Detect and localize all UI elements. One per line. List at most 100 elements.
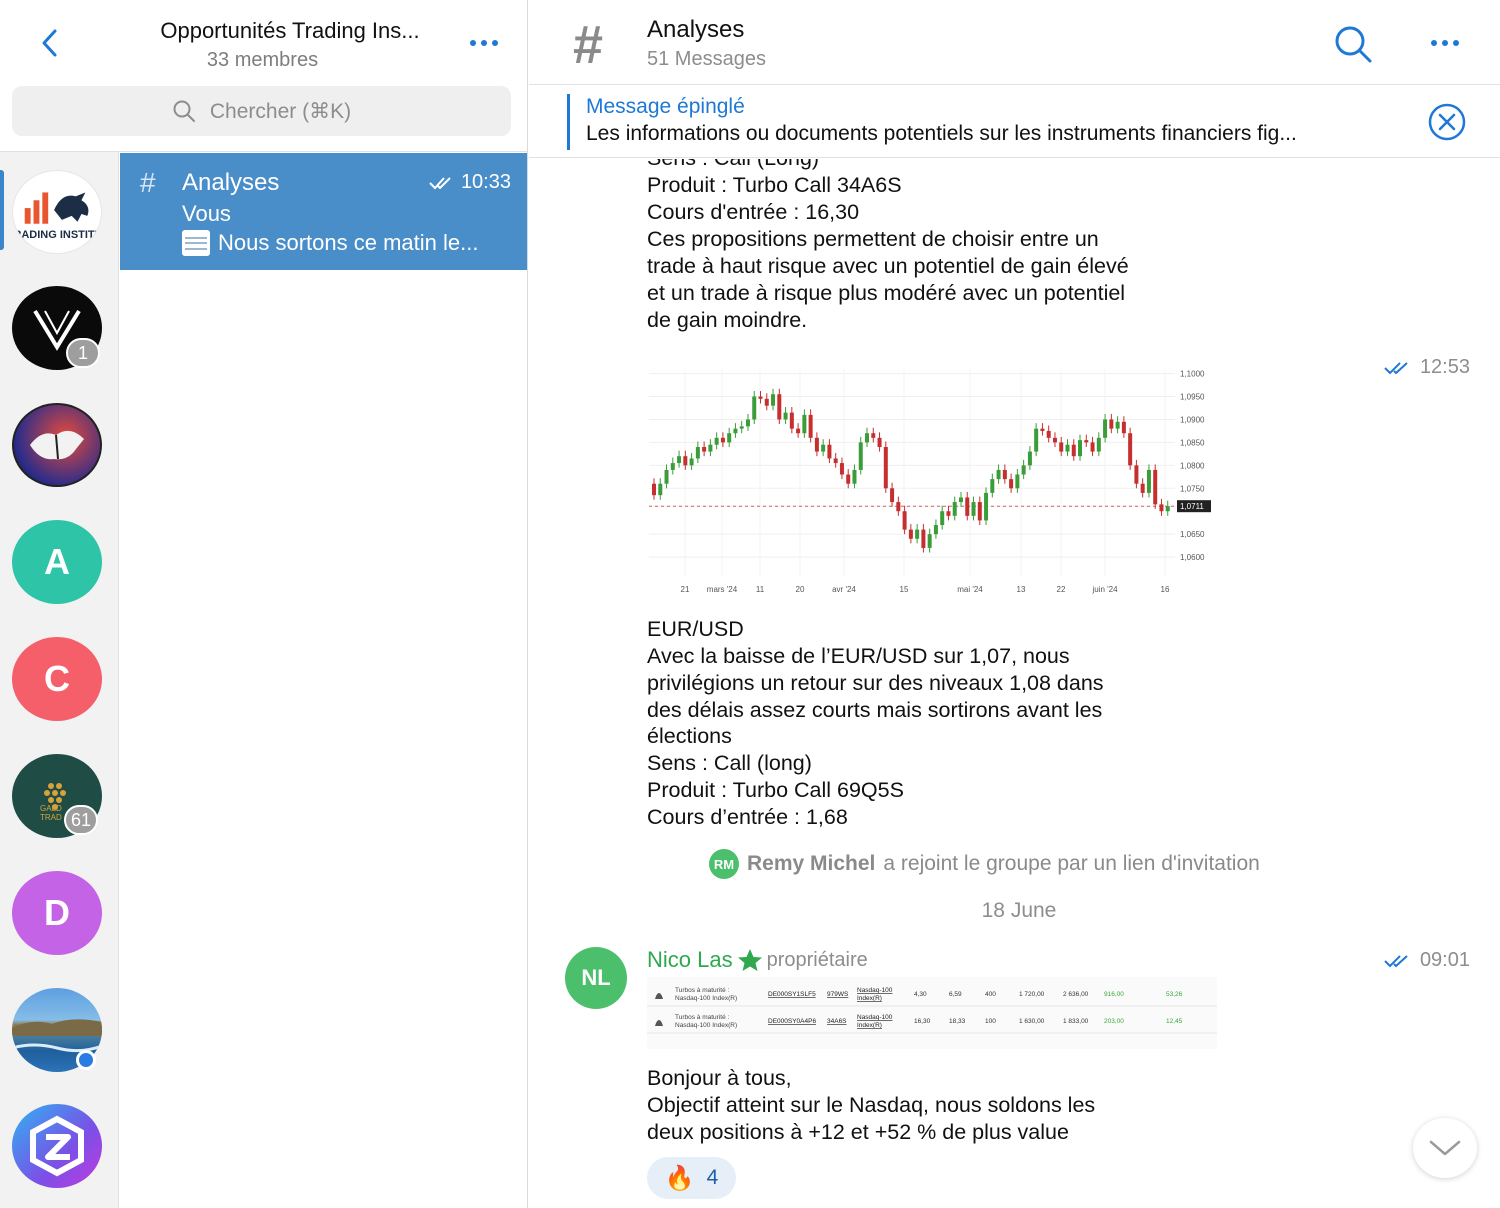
candle-body	[852, 469, 857, 484]
x-tick-label: mai '24	[957, 585, 983, 594]
table-cell: 16,30	[914, 1018, 931, 1025]
search-icon	[1335, 26, 1372, 63]
message-line: de gain moindre.	[647, 308, 808, 332]
chart-image[interactable]: 1,1000 1,0950 1,0900 1,0850 1,0800 1,0750 1,07…	[647, 354, 1217, 599]
system-text: a rejoint le groupe par un lien d'invita…	[883, 852, 1260, 875]
search-input[interactable]: Chercher (⌘K)	[12, 86, 511, 136]
candle-body	[902, 511, 907, 530]
pinned-close-button[interactable]	[1427, 102, 1467, 142]
candle-body	[1046, 430, 1051, 438]
candle-body	[689, 458, 694, 466]
y-tick-label: 1,0950	[1180, 393, 1205, 402]
candle-body	[808, 414, 813, 438]
double-check-icon	[1384, 361, 1408, 374]
more-dot	[1442, 40, 1448, 46]
x-tick-label: 20	[796, 585, 805, 594]
candle-body	[952, 502, 957, 516]
message-time-text: 09:01	[1419, 949, 1470, 971]
candle-body	[1027, 451, 1032, 466]
sender-name[interactable]: Nico Las	[647, 947, 733, 973]
chevron-down-icon	[1429, 1140, 1461, 1156]
system-user-name[interactable]: Remy Michel	[747, 852, 875, 876]
candle-body	[1128, 433, 1133, 466]
candle-body	[984, 492, 989, 521]
candle-body	[802, 414, 807, 434]
table-cell: 100	[985, 1018, 996, 1025]
sender-role: propriétaire	[766, 948, 868, 971]
candle-body	[814, 437, 819, 452]
table-image[interactable]: Turbos à maturité : Nasdaq-100 Index(R) DE…	[647, 977, 1217, 1049]
x-tick-label: avr '24	[832, 585, 856, 594]
candle-body	[821, 444, 826, 452]
candle-body	[777, 394, 782, 420]
message-line: élections	[647, 724, 732, 748]
channel-hash-icon: #	[573, 15, 604, 75]
chat-list-item-analyses[interactable]: # Analyses 10:33 Vous Nous sortons ce ma…	[120, 153, 527, 270]
chat-avatar-d[interactable]: D	[12, 871, 102, 955]
sender-avatar[interactable]: NL	[565, 947, 627, 1009]
message-line: Sens : Call (long)	[647, 751, 812, 775]
candle-body	[1015, 474, 1020, 489]
message-line: Produit : Turbo Call 34A6S	[647, 173, 902, 197]
channel-more-button[interactable]	[1425, 30, 1465, 56]
candle-body	[670, 463, 675, 470]
scroll-down-button[interactable]	[1413, 1118, 1477, 1178]
channel-message-count: 51 Messages	[647, 48, 766, 70]
candle-body	[752, 396, 757, 420]
fire-icon: 🔥	[664, 1164, 695, 1192]
chat-avatar-c[interactable]: C	[12, 637, 102, 721]
x-tick-label: 15	[900, 585, 909, 594]
candle-body	[1096, 437, 1101, 452]
reaction-chip[interactable]: 🔥 4	[647, 1157, 736, 1199]
member-count: 33 membres	[206, 49, 319, 71]
pinned-message-banner[interactable]: Message épinglé Les informations ou docu…	[529, 86, 1500, 158]
candle-body	[915, 529, 920, 539]
table-cell: Turbos à maturité :	[675, 987, 730, 994]
avatar-letter: C	[44, 658, 70, 699]
message-line: EUR/USD	[647, 617, 744, 641]
table-cell: 1 720,00	[1019, 991, 1045, 998]
chat-avatar-trading-institut[interactable]: RADING INSTITU	[12, 170, 102, 254]
candle-body	[796, 428, 801, 434]
candle-body	[865, 433, 870, 443]
x-tick-label: 22	[1057, 585, 1066, 594]
candle-body	[1109, 419, 1114, 429]
more-options-button[interactable]	[464, 30, 504, 56]
candle-body	[1115, 421, 1120, 429]
chat-avatar-a[interactable]: A	[12, 520, 102, 604]
search-button[interactable]	[1331, 22, 1375, 66]
message-line: Cours d’entrée : 1,68	[647, 805, 848, 829]
search-icon	[173, 100, 195, 122]
double-check-icon	[429, 176, 451, 189]
candle-body	[1021, 465, 1026, 475]
chat-avatar-bull-bear[interactable]	[12, 403, 102, 487]
document-thumbnail-icon	[182, 230, 210, 256]
x-tick-label: juin '24	[1091, 585, 1118, 594]
candle-body	[702, 447, 707, 452]
table-cell: 6,59	[949, 991, 962, 998]
more-dot	[1453, 40, 1459, 46]
message-timestamp: 12:53	[1384, 356, 1470, 379]
candle-body	[1090, 442, 1095, 452]
group-header: Opportunités Trading Ins... 33 membres C…	[0, 0, 527, 152]
message-line: trade à haut risque avec un potentiel de…	[647, 254, 1129, 278]
chat-avatar-z[interactable]	[12, 1104, 102, 1188]
candle-body	[1040, 428, 1045, 431]
table-cell: 979WS	[827, 991, 849, 998]
chat-time-text: 10:33	[460, 171, 511, 193]
pinned-title: Message épinglé	[586, 95, 745, 118]
table-cell: 203,00	[1104, 1018, 1124, 1025]
candle-body	[789, 412, 794, 429]
table-cell: 916,00	[1104, 991, 1124, 998]
system-message: RM Remy Michel a rejoint le groupe par u…	[709, 849, 1260, 879]
candle-body	[739, 426, 744, 429]
candle-body	[733, 428, 738, 434]
candle-body	[996, 469, 1001, 480]
candle-body	[783, 412, 788, 420]
candle-body	[883, 447, 888, 489]
back-button[interactable]	[34, 26, 64, 60]
message-timestamp: 09:01	[1384, 949, 1470, 972]
channel-title: Analyses	[647, 16, 745, 43]
candle-body	[664, 469, 669, 484]
candle-body	[677, 456, 682, 464]
